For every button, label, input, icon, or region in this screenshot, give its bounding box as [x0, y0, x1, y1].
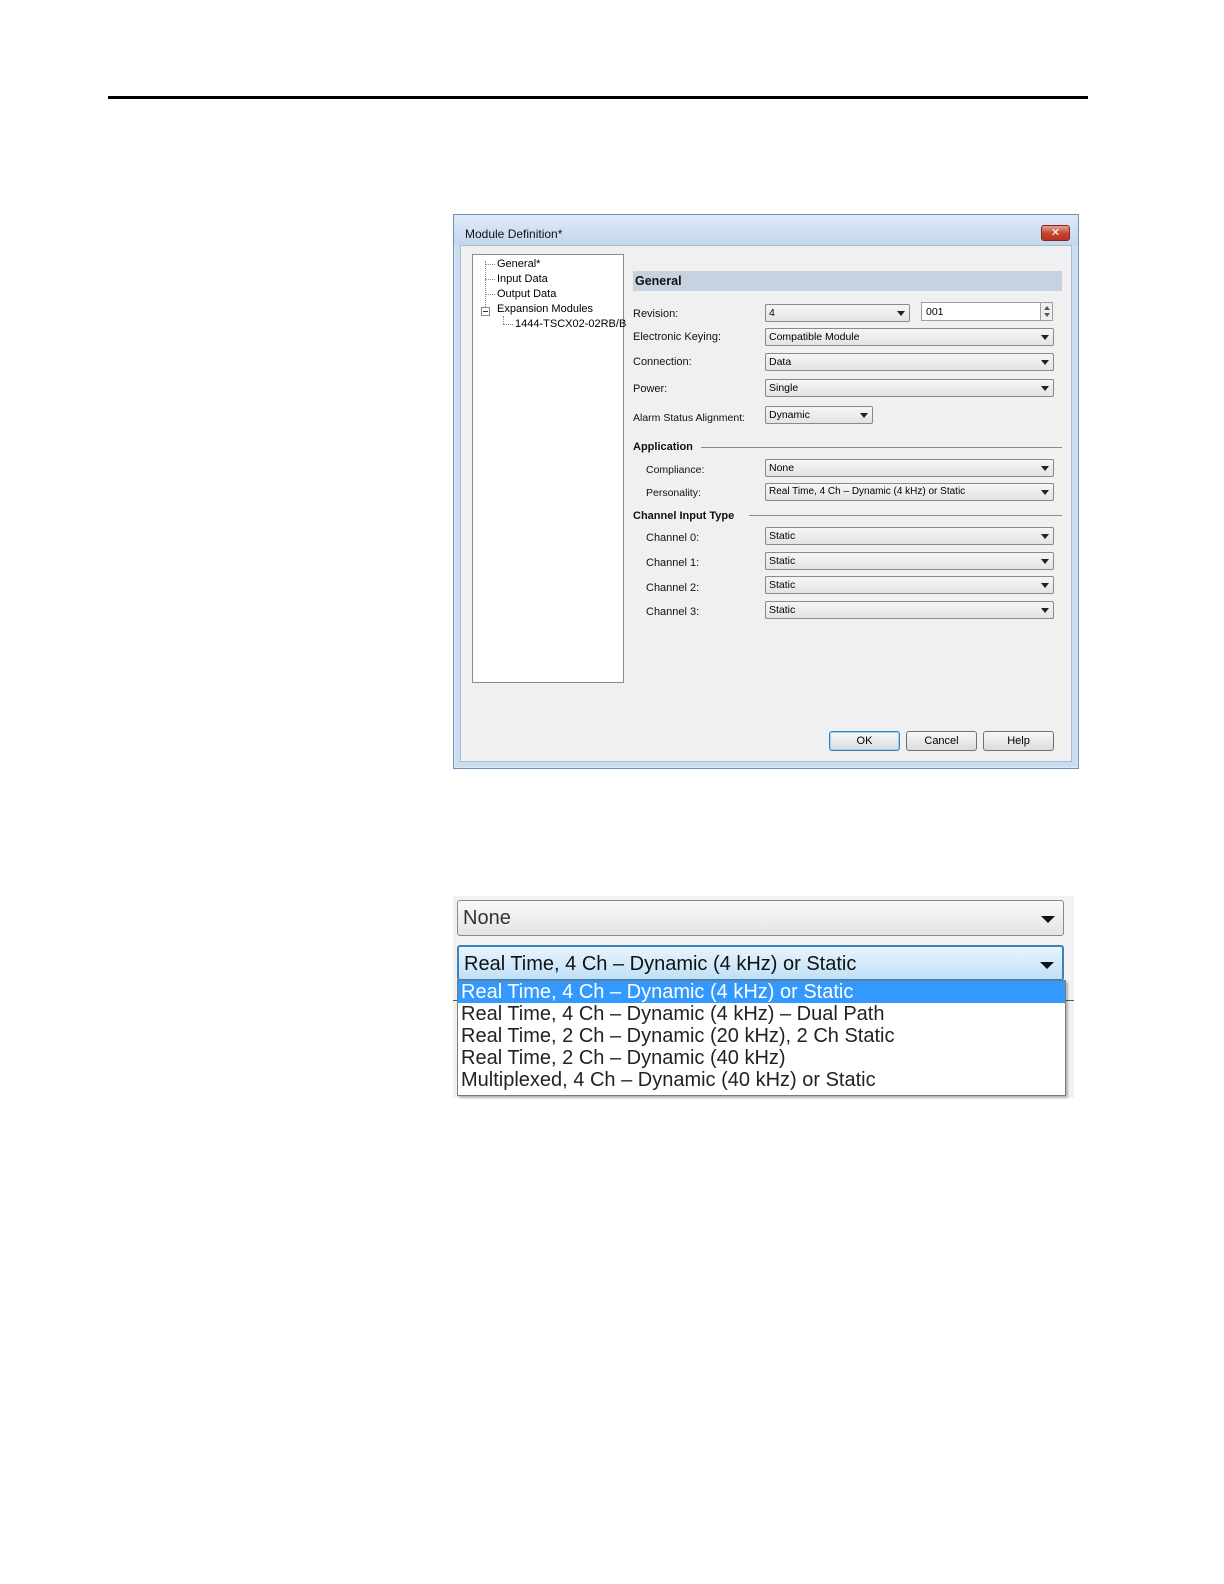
tree-item-expansion-module[interactable]: 1444-TSCX02-02RB/B	[515, 318, 626, 330]
connection-select[interactable]: Data	[765, 353, 1054, 371]
dialog-client-area: General* Input Data Output Data Expansio…	[460, 245, 1072, 762]
compliance-label: Compliance:	[646, 464, 705, 476]
tree-connector	[485, 264, 495, 265]
revision-minor-input[interactable]: 001	[921, 302, 1041, 321]
tree-item-expansion-modules[interactable]: Expansion Modules	[497, 303, 593, 315]
personality-select-zoomed[interactable]: Real Time, 4 Ch – Dynamic (4 kHz) or Sta…	[457, 945, 1064, 981]
personality-value-zoomed: Real Time, 4 Ch – Dynamic (4 kHz) or Sta…	[464, 953, 857, 975]
tree-item-general[interactable]: General*	[497, 258, 540, 270]
chevron-down-icon	[897, 311, 905, 316]
revision-minor-spinner[interactable]	[1040, 302, 1053, 321]
tree-connector	[485, 261, 486, 311]
alarm-status-alignment-value: Dynamic	[769, 409, 810, 421]
compliance-select[interactable]: None	[765, 459, 1054, 477]
personality-dropdown-zoom: None Real Time, 4 Ch – Dynamic (4 kHz) o…	[453, 896, 1074, 1098]
chevron-down-icon	[1041, 335, 1049, 340]
channel-1-label: Channel 1:	[646, 557, 700, 569]
chevron-down-icon	[860, 413, 868, 418]
connection-value: Data	[769, 356, 792, 368]
channel-3-label: Channel 3:	[646, 606, 700, 618]
chevron-down-icon	[1041, 386, 1049, 391]
dialog-title: Module Definition*	[465, 227, 563, 241]
chevron-down-icon	[1041, 916, 1055, 923]
chevron-down-icon	[1041, 360, 1049, 365]
electronic-keying-value: Compatible Module	[769, 331, 860, 343]
compliance-value: None	[769, 462, 795, 474]
electronic-keying-label: Electronic Keying:	[633, 331, 722, 343]
power-value: Single	[769, 382, 799, 394]
alarm-status-alignment-select[interactable]: Dynamic	[765, 406, 873, 424]
dialog-titlebar[interactable]: Module Definition* ✕	[454, 215, 1078, 245]
channel-0-select[interactable]: Static	[765, 527, 1054, 545]
page-top-rule	[108, 96, 1088, 99]
collapse-icon[interactable]	[481, 307, 490, 316]
revision-major-value: 4	[769, 307, 775, 319]
close-icon: ✕	[1050, 227, 1061, 239]
module-definition-dialog: Module Definition* ✕ General* Input Data…	[453, 214, 1079, 769]
divider	[1066, 1000, 1074, 1001]
chevron-down-icon	[1041, 583, 1049, 588]
power-select[interactable]: Single	[765, 379, 1054, 397]
channel-0-label: Channel 0:	[646, 532, 700, 544]
connection-label: Connection:	[633, 356, 692, 368]
compliance-value-zoomed: None	[463, 907, 511, 929]
power-label: Power:	[633, 383, 668, 395]
spinner-up-icon[interactable]	[1044, 306, 1050, 310]
personality-option[interactable]: Multiplexed, 4 Ch – Dynamic (40 kHz) or …	[458, 1069, 1065, 1091]
application-group-title: Application	[633, 441, 693, 453]
channel-3-select[interactable]: Static	[765, 601, 1054, 619]
channel-input-type-group-title: Channel Input Type	[633, 510, 735, 522]
personality-label: Personality:	[646, 487, 701, 499]
group-divider	[701, 447, 1062, 448]
close-button[interactable]: ✕	[1041, 225, 1070, 241]
category-tree[interactable]: General* Input Data Output Data Expansio…	[472, 254, 626, 683]
tree-item-input-data[interactable]: Input Data	[497, 273, 548, 285]
tree-item-output-data[interactable]: Output Data	[497, 288, 556, 300]
help-button[interactable]: Help	[983, 731, 1054, 751]
chevron-down-icon	[1041, 466, 1049, 471]
tree-connector	[503, 324, 513, 325]
chevron-down-icon	[1041, 534, 1049, 539]
channel-2-value: Static	[769, 579, 796, 591]
compliance-select-zoomed[interactable]: None	[457, 900, 1064, 936]
channel-0-value: Static	[769, 530, 796, 542]
personality-value: Real Time, 4 Ch – Dynamic (4 kHz) or Sta…	[769, 486, 966, 497]
channel-1-select[interactable]: Static	[765, 552, 1054, 570]
channel-2-label: Channel 2:	[646, 582, 700, 594]
personality-option[interactable]: Real Time, 4 Ch – Dynamic (4 kHz) or Sta…	[458, 981, 1065, 1003]
personality-option[interactable]: Real Time, 2 Ch – Dynamic (40 kHz)	[458, 1047, 1065, 1069]
channel-3-value: Static	[769, 604, 796, 616]
personality-option[interactable]: Real Time, 4 Ch – Dynamic (4 kHz) – Dual…	[458, 1003, 1065, 1025]
revision-label: Revision:	[633, 308, 679, 320]
channel-2-select[interactable]: Static	[765, 576, 1054, 594]
chevron-down-icon	[1041, 559, 1049, 564]
group-divider	[749, 515, 1062, 516]
tree-connector	[485, 294, 495, 295]
channel-1-value: Static	[769, 555, 796, 567]
ok-button[interactable]: OK	[829, 731, 900, 751]
spinner-down-icon[interactable]	[1044, 313, 1050, 317]
cancel-button[interactable]: Cancel	[906, 731, 977, 751]
chevron-down-icon	[1040, 962, 1054, 969]
personality-option[interactable]: Real Time, 2 Ch – Dynamic (20 kHz), 2 Ch…	[458, 1025, 1065, 1047]
alarm-status-alignment-label: Alarm Status Alignment:	[633, 412, 746, 424]
electronic-keying-select[interactable]: Compatible Module	[765, 328, 1054, 346]
tree-connector	[485, 279, 495, 280]
section-header-general: General	[633, 271, 1062, 291]
tree-connector	[503, 316, 504, 324]
chevron-down-icon	[1041, 608, 1049, 613]
personality-options-list[interactable]: Real Time, 4 Ch – Dynamic (4 kHz) or Sta…	[457, 980, 1066, 1096]
chevron-down-icon	[1041, 490, 1049, 495]
revision-major-select[interactable]: 4	[765, 304, 910, 322]
personality-select[interactable]: Real Time, 4 Ch – Dynamic (4 kHz) or Sta…	[765, 483, 1054, 501]
